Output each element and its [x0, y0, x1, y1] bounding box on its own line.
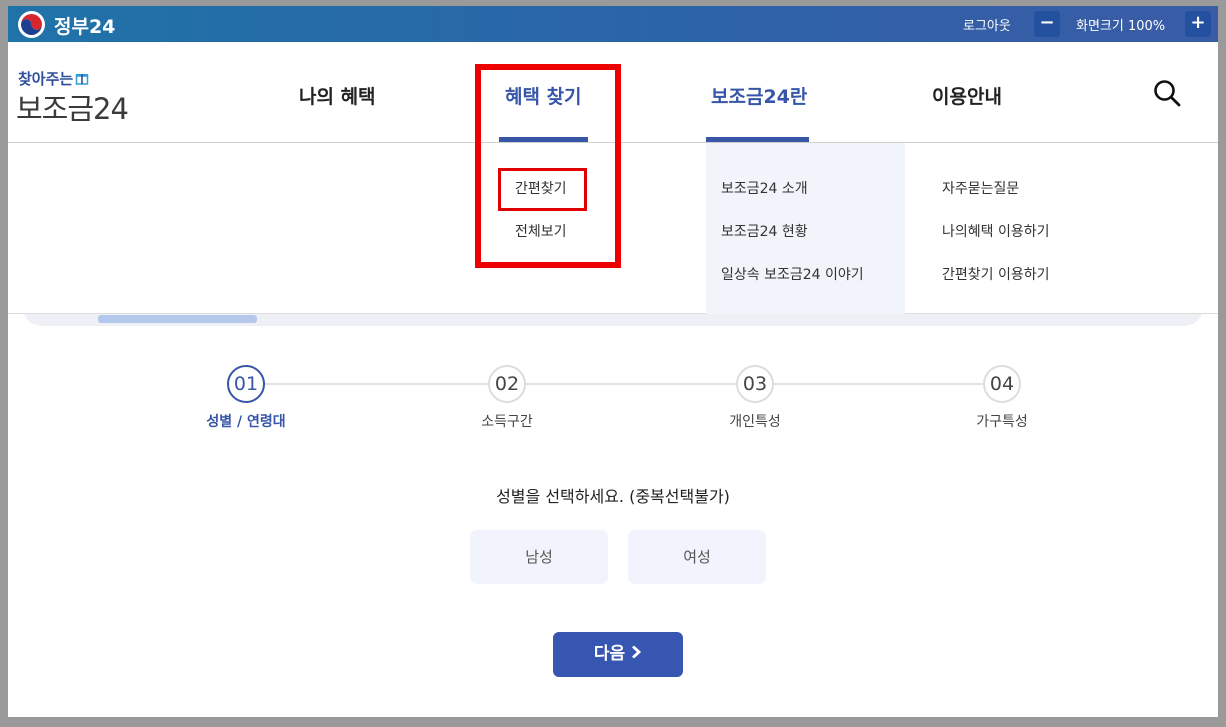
nav-usage-guide[interactable]: 이용안내 — [932, 82, 1002, 109]
next-button-label: 다음 — [593, 644, 626, 664]
step-3-circle: 03 — [736, 365, 774, 403]
next-button[interactable]: 다음 — [553, 632, 683, 677]
zoom-level-label: 화면크기 100% — [1076, 19, 1166, 34]
gift-icon — [75, 71, 89, 85]
zoom-out-button[interactable]: − — [1034, 11, 1060, 37]
submenu-subsidy24-status[interactable]: 보조금24 현황 — [721, 221, 808, 241]
highlight-box-quick-find — [498, 168, 587, 211]
step-1-circle: 01 — [227, 365, 265, 403]
nav-about-subsidy24[interactable]: 보조금24란 — [711, 82, 807, 109]
gov24-site-name[interactable]: 정부24 — [54, 12, 115, 39]
brand-logo-link[interactable]: 보조금24 — [16, 86, 129, 128]
search-icon[interactable] — [1152, 78, 1182, 108]
gender-male-option[interactable]: 남성 — [470, 530, 608, 584]
step-2-circle: 02 — [488, 365, 526, 403]
gender-female-option[interactable]: 여성 — [628, 530, 766, 584]
submenu-how-to-my-benefits[interactable]: 나의혜택 이용하기 — [942, 221, 1050, 241]
submenu-subsidy24-stories[interactable]: 일상속 보조금24 이야기 — [721, 264, 864, 284]
submenu-faq[interactable]: 자주묻는질문 — [942, 178, 1019, 198]
stepper-track — [246, 383, 988, 385]
logout-link[interactable]: 로그아웃 — [963, 15, 1011, 34]
step-4-circle: 04 — [983, 365, 1021, 403]
submenu-subsidy24-intro[interactable]: 보조금24 소개 — [721, 178, 808, 198]
step-1-label: 성별 / 연령대 — [206, 414, 286, 430]
step-2-label: 소득구간 — [481, 414, 533, 430]
step-3-label: 개인특성 — [729, 414, 781, 430]
highlight-box-find-menu — [475, 64, 621, 268]
submenu-how-to-quick-find[interactable]: 간편찾기 이용하기 — [942, 264, 1050, 284]
nav-my-benefits[interactable]: 나의 혜택 — [299, 82, 376, 109]
chevron-right-icon — [631, 632, 642, 677]
gov24-top-bar: 정부24 로그아웃 − 화면크기 100% + — [8, 6, 1218, 42]
hidden-tab-indicator — [98, 315, 257, 323]
gov-emblem-icon — [18, 11, 45, 38]
zoom-in-button[interactable]: + — [1185, 11, 1211, 37]
browser-frame: 정부24 로그아웃 − 화면크기 100% + 찾아주는 보조금24 나의 혜택… — [8, 6, 1218, 717]
gender-question: 성별을 선택하세요. (중복선택불가) — [496, 487, 730, 506]
step-4-label: 가구특성 — [976, 414, 1028, 430]
